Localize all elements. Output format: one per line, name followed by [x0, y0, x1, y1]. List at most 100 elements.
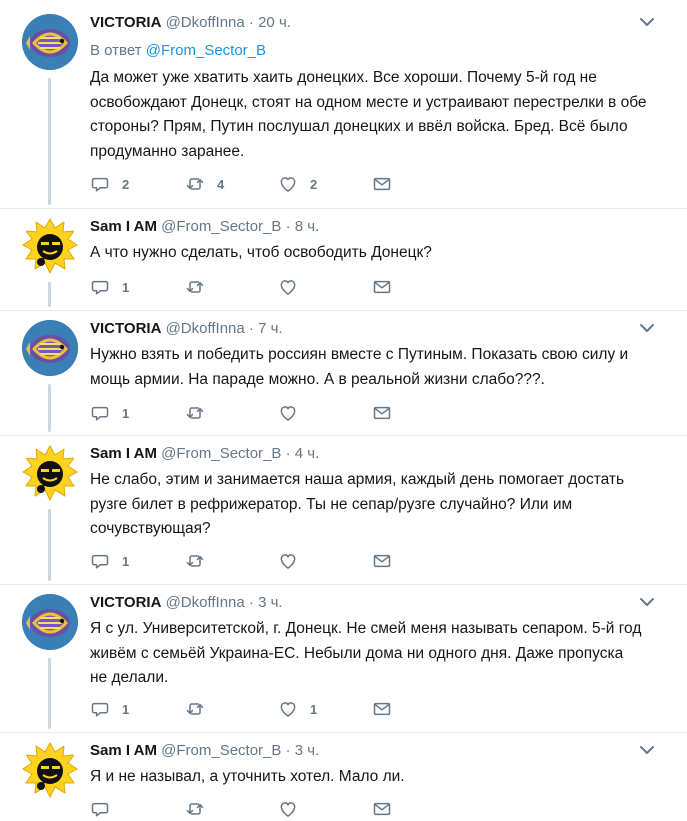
- chevron-down-icon[interactable]: [637, 318, 657, 338]
- reply-count: 2: [122, 176, 130, 192]
- author-handle[interactable]: @DkoffInna: [166, 594, 245, 611]
- author-name[interactable]: VICTORIA: [90, 594, 161, 611]
- tweet-text-line: рузге билет в рефрижератор. Ты не сепар/…: [90, 495, 573, 513]
- like-button[interactable]: 2: [278, 172, 317, 196]
- avatar[interactable]: [22, 14, 78, 70]
- avatar[interactable]: [22, 320, 78, 376]
- tweet-divider: [0, 584, 687, 585]
- author-handle[interactable]: @DkoffInna: [166, 320, 245, 337]
- reply-button[interactable]: [90, 797, 122, 821]
- reply-button[interactable]: 1: [90, 549, 129, 573]
- separator-dot: ·: [248, 594, 254, 611]
- author-name[interactable]: Sam I AM: [90, 218, 157, 235]
- like-button[interactable]: [278, 797, 310, 821]
- timestamp[interactable]: 20 ч.: [258, 14, 291, 31]
- chevron-down-icon[interactable]: [637, 592, 657, 612]
- tweet-actions: 11: [90, 697, 410, 721]
- retweet-button[interactable]: [185, 797, 217, 821]
- tweet-text-line: живём с семьёй Украина-ЕС. Небыли дома н…: [90, 644, 624, 662]
- tweet-text-line: Нужно взять и победить россиян вместе с …: [90, 346, 629, 363]
- retweet-icon: [185, 699, 205, 719]
- envelope-icon: [372, 799, 392, 819]
- thread-connector-line: [48, 78, 51, 205]
- reply-to-handle-link[interactable]: @From_Sector_B: [146, 42, 266, 59]
- timestamp[interactable]: 3 ч.: [258, 594, 283, 611]
- tweet-text: Нужно взять и победить россиян вместе с …: [90, 343, 660, 392]
- like-count: 2: [310, 176, 318, 192]
- direct-message-button[interactable]: [372, 401, 392, 425]
- author-name[interactable]: VICTORIA: [90, 320, 161, 337]
- like-button[interactable]: 1: [278, 697, 317, 721]
- tweet-text-line: стороны? Прям, Путин послушал донецких и…: [90, 118, 628, 135]
- envelope-icon: [372, 403, 392, 423]
- retweet-button[interactable]: 4: [185, 172, 224, 196]
- separator-dot: ·: [248, 320, 254, 337]
- direct-message-button[interactable]: [372, 549, 392, 573]
- thread-connector-line: [48, 509, 51, 581]
- timestamp[interactable]: 3 ч.: [295, 742, 320, 759]
- like-button[interactable]: [278, 549, 310, 573]
- thread-connector-line: [48, 282, 51, 307]
- author-handle[interactable]: @From_Sector_B: [161, 218, 281, 235]
- separator-dot: ·: [248, 14, 254, 31]
- heart-icon: [278, 551, 298, 571]
- avatar[interactable]: [22, 218, 78, 274]
- separator-dot: ·: [285, 218, 291, 235]
- tweet-actions: [90, 797, 410, 821]
- timestamp[interactable]: 8 ч.: [295, 218, 320, 235]
- tweet-header: VICTORIA @DkoffInna · 20 ч.: [90, 14, 667, 36]
- tweet-text: Да может уже хватить хаить донецких. Все…: [90, 66, 660, 164]
- retweet-button[interactable]: [185, 275, 217, 299]
- avatar[interactable]: [22, 445, 78, 501]
- tweet-actions: 1: [90, 275, 410, 299]
- avatar[interactable]: [22, 594, 78, 650]
- tweet-text-line: Я с ул. Университетской, г. Донецк. Не с…: [90, 620, 642, 637]
- direct-message-button[interactable]: [372, 275, 392, 299]
- tweet-text-line: продуманно заранее.: [90, 142, 245, 160]
- avatar[interactable]: [22, 742, 78, 798]
- author-handle[interactable]: @DkoffInna: [166, 14, 245, 31]
- tweet-text: Я с ул. Университетской, г. Донецк. Не с…: [90, 617, 660, 691]
- chevron-down-icon[interactable]: [637, 12, 657, 32]
- direct-message-button[interactable]: [372, 697, 392, 721]
- timestamp[interactable]: 7 ч.: [258, 320, 283, 337]
- retweet-icon: [185, 799, 205, 819]
- tweet-text-line: освобождают Донецк, стоят на одном месте…: [90, 93, 647, 111]
- envelope-icon: [372, 277, 392, 297]
- thread-connector-line: [48, 384, 51, 432]
- retweet-button[interactable]: [185, 549, 217, 573]
- heart-icon: [278, 277, 298, 297]
- reply-button[interactable]: 2: [90, 172, 129, 196]
- tweet-header: Sam I AM @From_Sector_B · 4 ч.: [90, 445, 667, 467]
- like-button[interactable]: [278, 275, 310, 299]
- tweet-text-line: не делали.: [90, 669, 169, 686]
- direct-message-button[interactable]: [372, 172, 392, 196]
- reply-button[interactable]: 1: [90, 401, 129, 425]
- direct-message-button[interactable]: [372, 797, 392, 821]
- thread-connector-line: [48, 658, 51, 729]
- retweet-icon: [185, 403, 205, 423]
- reply-count: 1: [122, 405, 130, 421]
- tweet-text: Я и не называл, а уточнить хотел. Мало л…: [90, 765, 660, 790]
- reply-button[interactable]: 1: [90, 697, 129, 721]
- author-name[interactable]: Sam I AM: [90, 742, 157, 759]
- separator-dot: ·: [285, 742, 291, 759]
- like-button[interactable]: [278, 401, 310, 425]
- reply-count: 1: [122, 701, 130, 717]
- separator-dot: ·: [285, 445, 291, 462]
- reply-icon: [90, 551, 110, 571]
- author-handle[interactable]: @From_Sector_B: [161, 445, 281, 462]
- tweet-text-line: Да может уже хватить хаить донецких. Все…: [90, 69, 597, 86]
- reply-icon: [90, 799, 110, 819]
- author-handle[interactable]: @From_Sector_B: [161, 742, 281, 759]
- envelope-icon: [372, 699, 392, 719]
- author-name[interactable]: Sam I AM: [90, 445, 157, 462]
- retweet-button[interactable]: [185, 697, 217, 721]
- chevron-down-icon[interactable]: [637, 740, 657, 760]
- reply-icon: [90, 403, 110, 423]
- timestamp[interactable]: 4 ч.: [295, 445, 320, 462]
- tweet-text: Не слабо, этим и занимается наша армия, …: [90, 468, 660, 542]
- reply-button[interactable]: 1: [90, 275, 129, 299]
- author-name[interactable]: VICTORIA: [90, 14, 161, 31]
- retweet-button[interactable]: [185, 401, 217, 425]
